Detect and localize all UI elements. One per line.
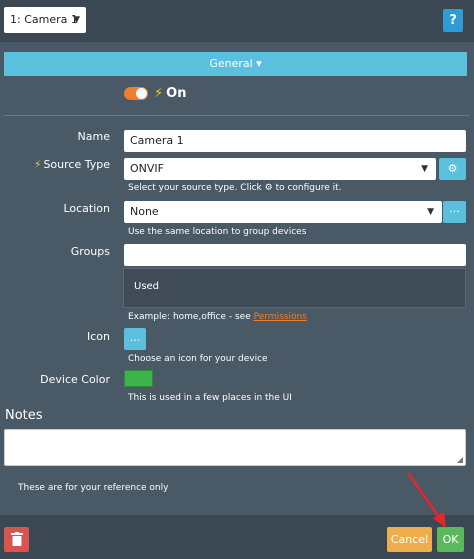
groups-used-list: Used [123, 268, 466, 308]
source-type-help-after: to configure it. [275, 183, 342, 193]
notes-help: These are for your reference only [18, 483, 169, 493]
gears-icon: ⚙ [447, 162, 458, 175]
camera-select[interactable]: 1: Camera 1 ▼ [4, 7, 86, 33]
cancel-button[interactable]: Cancel [387, 527, 432, 552]
groups-help-prefix: Example: home,office - see [128, 312, 251, 322]
icon-help: Choose an icon for your device [128, 354, 268, 364]
camera-select-value: 1: Camera 1 [10, 13, 78, 26]
gears-icon: ⚙ [264, 183, 273, 193]
device-color-help: This is used in a few places in the UI [128, 393, 292, 403]
name-input[interactable]: Camera 1 [124, 130, 466, 152]
choose-icon-button[interactable]: ... [124, 328, 146, 350]
groups-help: Example: home,office - see Permissions [128, 312, 307, 322]
help-button[interactable]: ? [443, 9, 463, 32]
ok-button[interactable]: OK [437, 527, 464, 552]
name-input-value: Camera 1 [130, 134, 184, 147]
source-type-select[interactable]: ONVIF ▼ [124, 158, 436, 180]
location-options-button[interactable]: ··· [443, 201, 466, 223]
trash-icon [10, 532, 23, 546]
icon-label: Icon [87, 330, 110, 343]
source-type-help: Select your source type. Click ⚙ to conf… [128, 183, 342, 193]
general-section-toggle[interactable]: General ▾ [4, 52, 467, 76]
bolt-icon: ⚡︎ [33, 158, 42, 171]
source-type-label: ⚡︎ Source Type [5, 158, 110, 171]
resize-grip-icon[interactable]: ◢ [457, 455, 463, 464]
enabled-state-label: On [166, 86, 187, 101]
annotation-arrow-icon [406, 472, 446, 528]
divider [4, 115, 470, 116]
location-help: Use the same location to group devices [128, 227, 307, 237]
source-type-help-before: Select your source type. Click [128, 183, 262, 193]
groups-input[interactable] [124, 244, 466, 266]
device-color-label: Device Color [40, 373, 110, 386]
configure-source-button[interactable]: ⚙ [439, 158, 466, 180]
location-value: None [130, 205, 159, 218]
location-label: Location [63, 202, 110, 215]
toggle-knob [136, 88, 147, 99]
notes-title: Notes [5, 408, 43, 423]
enabled-toggle[interactable] [124, 87, 148, 100]
chevron-down-icon: ▼ [73, 15, 80, 25]
delete-button[interactable] [4, 527, 29, 552]
bolt-icon: ⚡︎ [154, 86, 164, 101]
permissions-link[interactable]: Permissions [254, 312, 307, 322]
location-select[interactable]: None ▼ [124, 201, 442, 223]
enabled-state: ⚡︎ On [154, 86, 186, 101]
chevron-down-icon: ▼ [421, 164, 428, 174]
source-type-label-text: Source Type [43, 158, 110, 171]
source-type-value: ONVIF [130, 162, 164, 175]
notes-textarea[interactable]: ◢ [4, 429, 466, 466]
chevron-down-icon: ▼ [427, 207, 434, 217]
device-color-swatch[interactable] [124, 370, 153, 387]
groups-used-label: Used [134, 281, 160, 292]
name-label: Name [77, 130, 110, 143]
groups-label: Groups [70, 245, 110, 258]
